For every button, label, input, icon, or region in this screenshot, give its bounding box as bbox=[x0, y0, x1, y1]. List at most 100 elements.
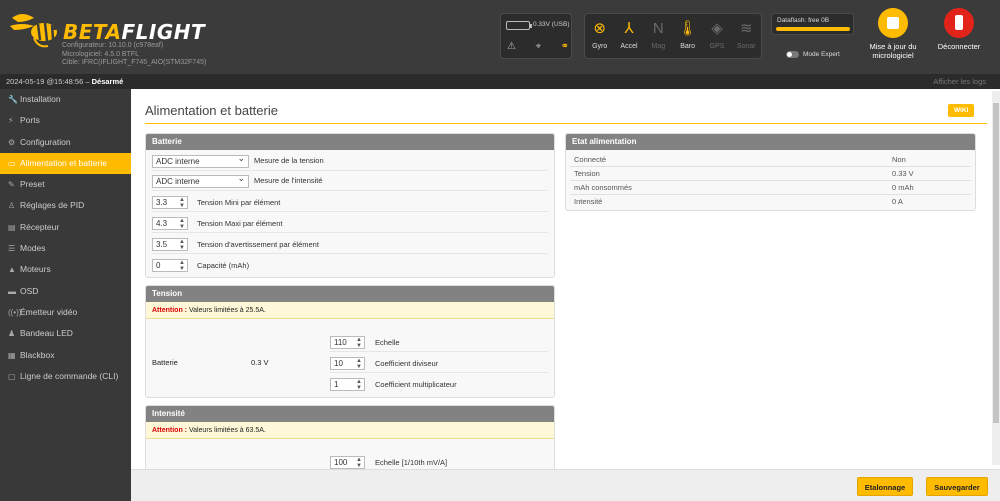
voltage-warning: Attention : Valeurs limitées à 25.5A. bbox=[146, 302, 554, 319]
sidebar-item-vtx[interactable]: ((•))Émetteur vidéo bbox=[0, 302, 131, 323]
voltage-scale-input[interactable]: 110 ▲ ▼ bbox=[330, 336, 365, 349]
sensor-gyro: ⊗ Gyro bbox=[585, 14, 614, 58]
status-row-current: Intensité 0 A bbox=[570, 194, 971, 209]
gps-icon: ◈ bbox=[711, 20, 723, 37]
current-meter-row: ADC interne Mesure de l'intensité bbox=[152, 171, 548, 191]
sidebar-item-osd[interactable]: ▬ OSD bbox=[0, 281, 131, 302]
voltage-meter-select[interactable]: ADC interne bbox=[152, 153, 249, 168]
warning-label: Attention : bbox=[152, 307, 187, 314]
sidebar-item-label: Alimentation et batterie bbox=[20, 157, 107, 168]
save-button[interactable]: Sauvegarder bbox=[926, 477, 988, 496]
status-line: 2024-05-19 @15:48:56 – Désarmé bbox=[6, 77, 123, 86]
target-name: Cible: IFRC(IFLIGHT_F745_AIO(STM32F745) bbox=[62, 59, 207, 66]
sidebar-item-label: Blackbox bbox=[20, 349, 55, 360]
disconnect-button[interactable]: Déconnecter bbox=[930, 8, 988, 68]
calibration-button[interactable]: Etalonnage bbox=[857, 477, 913, 496]
spinner-icon[interactable]: ▲ ▼ bbox=[356, 337, 362, 349]
main-scrollbar[interactable] bbox=[992, 91, 1000, 465]
current-scale-input[interactable]: 100 ▲ ▼ bbox=[330, 456, 365, 469]
sidebar-item-modes[interactable]: ☰ Modes bbox=[0, 238, 131, 259]
battery-status-panel: 0.33V (USB) ⚠ ⌖ ⚭ bbox=[500, 13, 572, 59]
vtx-icon: ((•)) bbox=[8, 307, 22, 317]
spinner-icon[interactable]: ▲ ▼ bbox=[179, 218, 185, 230]
sidebar-item-blackbox[interactable]: ▦ Blackbox bbox=[0, 345, 131, 366]
sidebar-item-pid[interactable]: ♙ Réglages de PID bbox=[0, 195, 131, 216]
sidebar-item-cli[interactable]: ▢ Ligne de commande (CLI) bbox=[0, 366, 131, 387]
sidebar-item-led[interactable]: ♟ Bandeau LED bbox=[0, 323, 131, 344]
wiki-button[interactable]: WIKI bbox=[948, 104, 975, 117]
sidebar-item-label: Bandeau LED bbox=[20, 328, 73, 339]
sidebar-item-preset[interactable]: ✎ Preset bbox=[0, 174, 131, 195]
sidebar-item-label: Ligne de commande (CLI) bbox=[20, 370, 119, 381]
spinner-icon[interactable]: ▲ ▼ bbox=[179, 239, 185, 251]
spinner-icon[interactable]: ▲ ▼ bbox=[179, 197, 185, 209]
link-icon: ⚭ bbox=[560, 41, 569, 52]
sidebar-item-installation[interactable]: 🔧 Installation bbox=[0, 89, 131, 110]
sidebar-item-power-battery[interactable]: ▭ Alimentation et batterie bbox=[0, 152, 131, 175]
show-logs-link[interactable]: Afficher les logs bbox=[933, 77, 986, 86]
firmware-update-button[interactable]: Mise à jour du micrologiciel bbox=[864, 8, 922, 68]
spinner-icon[interactable]: ▲ ▼ bbox=[356, 457, 362, 469]
min-cell-row: 3.3 ▲ ▼ Tension Mini par élément bbox=[152, 192, 548, 212]
battery-icon: ▭ bbox=[8, 158, 16, 168]
current-meter-select[interactable]: ADC interne bbox=[152, 173, 249, 188]
max-cell-label: Tension Maxi par élément bbox=[197, 219, 283, 228]
sidebar-item-label: Configuration bbox=[20, 136, 71, 147]
voltage-divider-input[interactable]: 10 ▲ ▼ bbox=[330, 357, 365, 370]
warn-cell-label: Tension d'avertissement par élément bbox=[197, 240, 319, 249]
led-icon: ♟ bbox=[8, 329, 16, 339]
voltage-meter-label: Mesure de la tension bbox=[254, 156, 324, 165]
expert-mode-label: Mode Expert bbox=[803, 51, 840, 58]
timestamp: 2024-05-19 @15:48:56 – bbox=[6, 77, 92, 86]
sensor-sonar: ≋ Sonar bbox=[732, 14, 761, 58]
voltage-scale-label: Echelle bbox=[375, 338, 400, 347]
spinner-icon[interactable]: ▲ ▼ bbox=[356, 358, 362, 370]
sensor-baro: 🌡 Baro bbox=[673, 14, 702, 58]
status-value: 0 mAh bbox=[892, 183, 914, 192]
log-bar: 2024-05-19 @15:48:56 – Désarmé Afficher … bbox=[0, 74, 1000, 89]
sidebar: 🔧 Installation ⚡ Ports ⚙ Configuration ▭ Ali… bbox=[0, 89, 131, 501]
voltage-meter-row: ADC interne Mesure de la tension bbox=[152, 151, 548, 171]
terminal-icon: ▢ bbox=[8, 371, 16, 381]
voltage-source: Batterie bbox=[152, 358, 178, 367]
sidebar-item-label: Preset bbox=[20, 179, 45, 190]
current-panel: Intensité Attention : Valeurs limitées à… bbox=[145, 405, 555, 475]
baro-icon: 🌡 bbox=[678, 20, 698, 37]
scrollbar-thumb[interactable] bbox=[993, 103, 999, 423]
spinner-icon[interactable]: ▲ ▼ bbox=[179, 260, 185, 272]
expert-mode-toggle[interactable] bbox=[786, 51, 799, 58]
warn-cell-input[interactable]: 3.5 ▲ ▼ bbox=[152, 238, 188, 251]
header: BETAFLIGHT Configurateur: 10.10.0 (c978e… bbox=[0, 0, 1000, 74]
voltage-panel: Tension Attention : Valeurs limitées à 2… bbox=[145, 285, 555, 398]
sidebar-item-label: OSD bbox=[20, 285, 39, 296]
power-state-panel: Etat alimentation Connecté Non Tension 0.3… bbox=[565, 133, 976, 211]
battery-panel: Batterie ADC interne Mesure de la tensio… bbox=[145, 133, 555, 278]
sidebar-item-label: Émetteur vidéo bbox=[20, 306, 78, 317]
max-cell-input[interactable]: 4.3 ▲ ▼ bbox=[152, 217, 188, 230]
status-row-voltage: Tension 0.33 V bbox=[570, 166, 971, 181]
sidebar-item-motors[interactable]: ▲ Moteurs bbox=[0, 259, 131, 280]
min-cell-input[interactable]: 3.3 ▲ ▼ bbox=[152, 196, 188, 209]
voltage-multiplier-input[interactable]: 1 ▲ ▼ bbox=[330, 378, 365, 391]
current-scale-label: Echelle [1/10th mV/A] bbox=[375, 458, 448, 467]
voltage-divider-value: 10 bbox=[334, 359, 343, 368]
sidebar-item-label: Ports bbox=[20, 115, 40, 126]
disconnect-label: Déconnecter bbox=[937, 42, 981, 51]
version-info: Configurateur: 10.10.0 (c978eaf) Microlo… bbox=[62, 42, 206, 68]
betaflight-logo: BETAFLIGHT Configurateur: 10.10.0 (c978e… bbox=[8, 6, 248, 70]
capacity-input[interactable]: 0 ▲ ▼ bbox=[152, 259, 188, 272]
sidebar-item-ports[interactable]: ⚡ Ports bbox=[0, 110, 131, 131]
voltage-divider-label: Coefficient diviseur bbox=[375, 359, 439, 368]
voltage-multiplier-value: 1 bbox=[334, 380, 339, 389]
accel-icon: ⅄ bbox=[624, 20, 634, 37]
modes-icon: ☰ bbox=[8, 244, 16, 254]
warn-cell-value: 3.5 bbox=[156, 240, 168, 249]
spinner-icon[interactable]: ▲ ▼ bbox=[356, 379, 362, 391]
dataflash-bar bbox=[776, 27, 850, 31]
usb-icon bbox=[944, 8, 974, 38]
voltage-reading: 0.3 V bbox=[251, 358, 269, 367]
sidebar-item-configuration[interactable]: ⚙ Configuration bbox=[0, 132, 131, 153]
sidebar-item-receiver[interactable]: ▤ Récepteur bbox=[0, 217, 131, 238]
capacity-value: 0 bbox=[156, 261, 161, 270]
voltage-multiplier-row: 1 ▲ ▼ Coefficient multiplicateur bbox=[330, 374, 548, 394]
